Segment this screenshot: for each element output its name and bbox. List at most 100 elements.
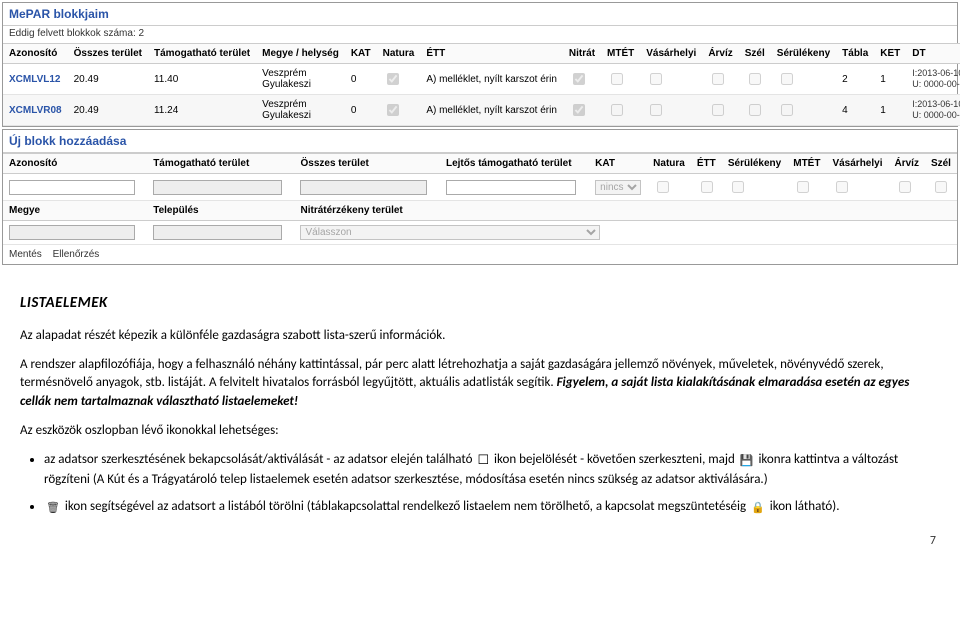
input-lejtos[interactable] — [446, 180, 576, 195]
chk-szel — [749, 73, 761, 85]
doc-li-2: ikon segítségével az adatsort a listából… — [44, 498, 940, 518]
page-number: 7 — [0, 534, 960, 554]
cell-serul — [771, 95, 836, 126]
cell-ket: 1 — [874, 64, 906, 95]
col-serulekeny: Sérülékeny — [771, 44, 836, 64]
doc-p1: Az alapadat részét képezik a különféle g… — [20, 327, 940, 346]
cell-mtet — [601, 64, 640, 95]
cell-arviz — [702, 95, 738, 126]
mepar-blokkjaim-panel: MePAR blokkjaim Eddig felvett blokkok sz… — [2, 2, 958, 127]
col-szel: Szél — [739, 44, 771, 64]
cell-ett: A) melléklet, nyílt karszot érin — [420, 64, 563, 95]
cell-osszes: 20.49 — [68, 64, 148, 95]
input-megye[interactable] — [9, 225, 135, 240]
chk-arviz — [712, 104, 724, 116]
chk-ett[interactable] — [701, 181, 713, 193]
chk-serulekeny — [781, 104, 793, 116]
chk-arviz[interactable] — [899, 181, 911, 193]
chk-vasarhelyi[interactable] — [836, 181, 848, 193]
table-row: XCMLVR0820.4911.24VeszprémGyulakeszi0A) … — [3, 95, 960, 126]
panel-subtitle: Eddig felvett blokkok száma: 2 — [3, 26, 957, 43]
cell-szel — [739, 64, 771, 95]
chk-nitrat — [573, 104, 585, 116]
input-telepules[interactable] — [153, 225, 282, 240]
cell-tamogat: 11.40 — [148, 64, 256, 95]
col-tabla: Tábla — [836, 44, 874, 64]
cell-tabla: 2 — [836, 64, 874, 95]
col-dt: DT — [906, 44, 960, 64]
cell-osszes: 20.49 — [68, 95, 148, 126]
col-nitrat: Nitrát — [563, 44, 601, 64]
trash-icon — [44, 500, 62, 515]
doc-list: az adatsor szerkesztésének bekapcsolását… — [44, 451, 940, 518]
addform-table: Azonosító Támogatható terület Összes ter… — [3, 153, 957, 245]
col-azonosito: Azonosító — [3, 44, 68, 64]
chk-vasarhelyi — [650, 73, 662, 85]
cell-dt: I:2013-06-10 07:49:16U: 0000-00-00 00:00… — [906, 64, 960, 95]
col-arviz: Árvíz — [702, 44, 738, 64]
addform-input-row-1: nincs — [3, 174, 957, 201]
addform-toolbar: Mentés Ellenőrzés — [3, 245, 957, 264]
doc-p3: Az eszközök oszlopban lévő ikonokkal leh… — [20, 422, 940, 441]
check-button[interactable]: Ellenőrzés — [53, 249, 100, 260]
input-osszes[interactable] — [300, 180, 427, 195]
cell-serul — [771, 64, 836, 95]
chk-mtet[interactable] — [797, 181, 809, 193]
col-kat: KAT — [345, 44, 377, 64]
checkbox-icon: ☐ — [475, 453, 491, 468]
addform-input-row-2: Válasszon — [3, 221, 957, 245]
select-nitrat[interactable]: Válasszon — [300, 225, 600, 240]
cell-vasar — [640, 95, 702, 126]
cell-nitrat — [563, 64, 601, 95]
cell-hely: VeszprémGyulakeszi — [256, 64, 345, 95]
lock-icon — [749, 500, 767, 515]
chk-mtet — [611, 73, 623, 85]
cell-natura — [377, 64, 421, 95]
table-header-row: Azonosító Összes terület Támogatható ter… — [3, 44, 960, 64]
col-megye: Megye / helység — [256, 44, 345, 64]
cell-kat: 0 — [345, 64, 377, 95]
cell-ket: 1 — [874, 95, 906, 126]
cell-szel — [739, 95, 771, 126]
table-row: XCMLVL1220.4911.40VeszprémGyulakeszi0 A) … — [3, 64, 960, 95]
input-tamogathato[interactable] — [153, 180, 282, 195]
cell-kat: 0 — [345, 95, 377, 126]
panel-title: MePAR blokkjaim — [3, 3, 957, 26]
uj-blokk-panel: Új blokk hozzáadása Azonosító Támogathat… — [2, 129, 958, 265]
doc-p2: A rendszer alapfilozófiája, hogy a felha… — [20, 356, 940, 413]
chk-szel — [749, 104, 761, 116]
col-tamogat: Támogatható terület — [148, 44, 256, 64]
col-vasarhelyi: Vásárhelyi — [640, 44, 702, 64]
col-osszes: Összes terület — [68, 44, 148, 64]
col-natura: Natura — [377, 44, 421, 64]
addform-header-row-1: Azonosító Támogatható terület Összes ter… — [3, 154, 957, 174]
chk-serulekeny[interactable] — [732, 181, 744, 193]
chk-nitrat — [573, 73, 585, 85]
cell-arviz — [702, 64, 738, 95]
doc-body: LISTAELEMEK Az alapadat részét képezik a… — [0, 267, 960, 534]
cell-tamogat: 11.24 — [148, 95, 256, 126]
cell-dt: I:2013-06-10 07:42:12U: 0000-00-00 00:00… — [906, 95, 960, 126]
input-azonosito[interactable] — [9, 180, 135, 195]
chk-natura[interactable] — [657, 181, 669, 193]
save-button[interactable]: Mentés — [9, 249, 42, 260]
cell-vasar — [640, 64, 702, 95]
cell-id: XCMLVR08 — [3, 95, 68, 126]
col-mtet: MTÉT — [601, 44, 640, 64]
select-kat[interactable]: nincs — [595, 180, 641, 195]
cell-tabla: 4 — [836, 95, 874, 126]
cell-ett: A) melléklet, nyílt karszot érin — [420, 95, 563, 126]
addform-title: Új blokk hozzáadása — [3, 130, 957, 153]
chk-szel[interactable] — [935, 181, 947, 193]
doc-heading: LISTAELEMEK — [20, 293, 940, 315]
cell-nitrat — [563, 95, 601, 126]
blocks-table: Azonosító Összes terület Támogatható ter… — [3, 43, 960, 126]
cell-mtet — [601, 95, 640, 126]
chk-arviz — [712, 73, 724, 85]
chk-vasarhelyi — [650, 104, 662, 116]
cell-natura — [377, 95, 421, 126]
doc-li-1: az adatsor szerkesztésének bekapcsolását… — [44, 451, 940, 490]
chk-natura — [387, 104, 399, 116]
cell-id: XCMLVL12 — [3, 64, 68, 95]
addform-header-row-2: Megye Település Nitrátérzékeny terület — [3, 201, 957, 221]
